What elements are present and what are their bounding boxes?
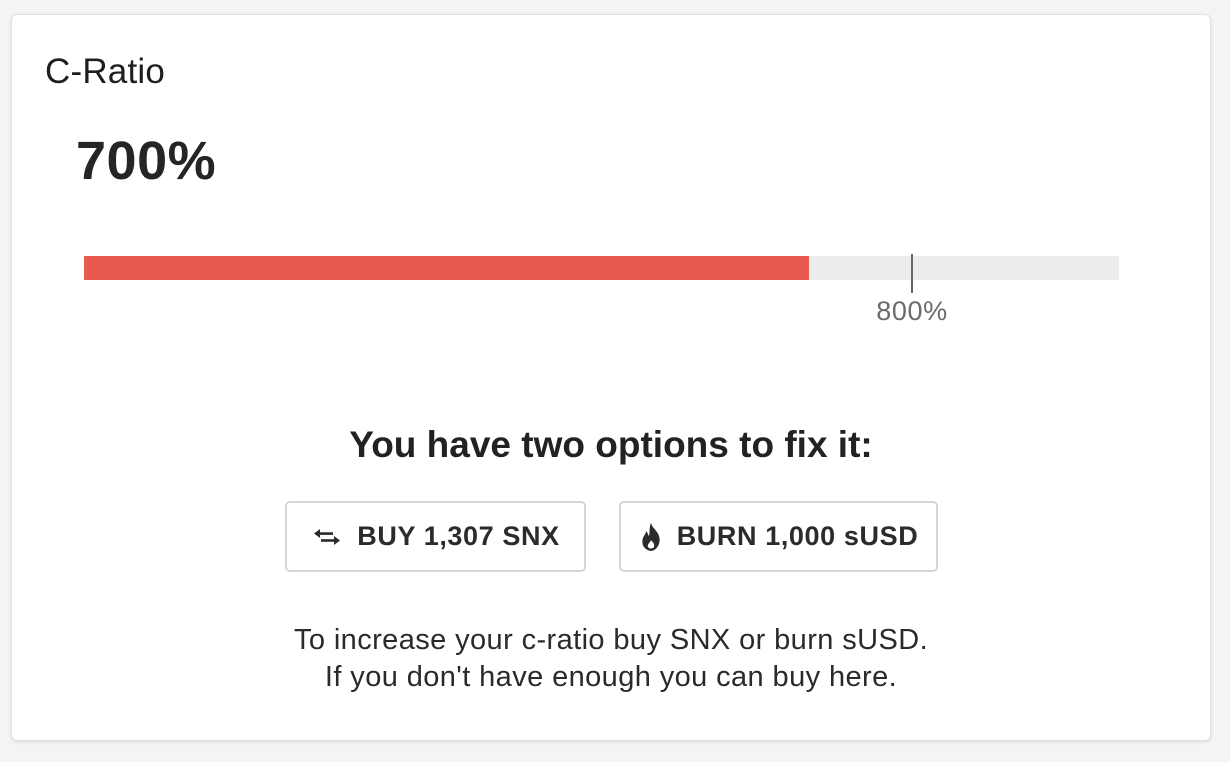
card-title: C-Ratio <box>45 52 166 91</box>
burn-susd-label: BURN 1,000 sUSD <box>676 521 919 551</box>
c-ratio-progress-bar: 800% <box>84 254 1119 326</box>
flame-icon <box>639 522 663 552</box>
help-text-line-1: To increase your c-ratio buy SNX or burn… <box>293 624 929 656</box>
swap-arrows-icon <box>311 527 343 547</box>
options-heading: You have two options to fix it: <box>349 424 873 465</box>
target-marker <box>911 254 913 293</box>
burn-susd-button[interactable]: BURN 1,000 sUSD <box>619 501 938 572</box>
c-ratio-card: C-Ratio 700% 800% You have two options t… <box>11 14 1211 741</box>
buy-snx-button[interactable]: BUY 1,307 SNX <box>285 501 586 572</box>
target-ratio-label: 800% <box>876 296 948 326</box>
help-text: To increase your c-ratio buy SNX or burn… <box>12 622 1210 696</box>
help-text-line-2: If you don't have enough you can buy her… <box>324 661 898 693</box>
buy-snx-label: BUY 1,307 SNX <box>357 521 560 551</box>
c-ratio-value: 700% <box>76 131 217 191</box>
c-ratio-progress-fill <box>84 256 809 280</box>
